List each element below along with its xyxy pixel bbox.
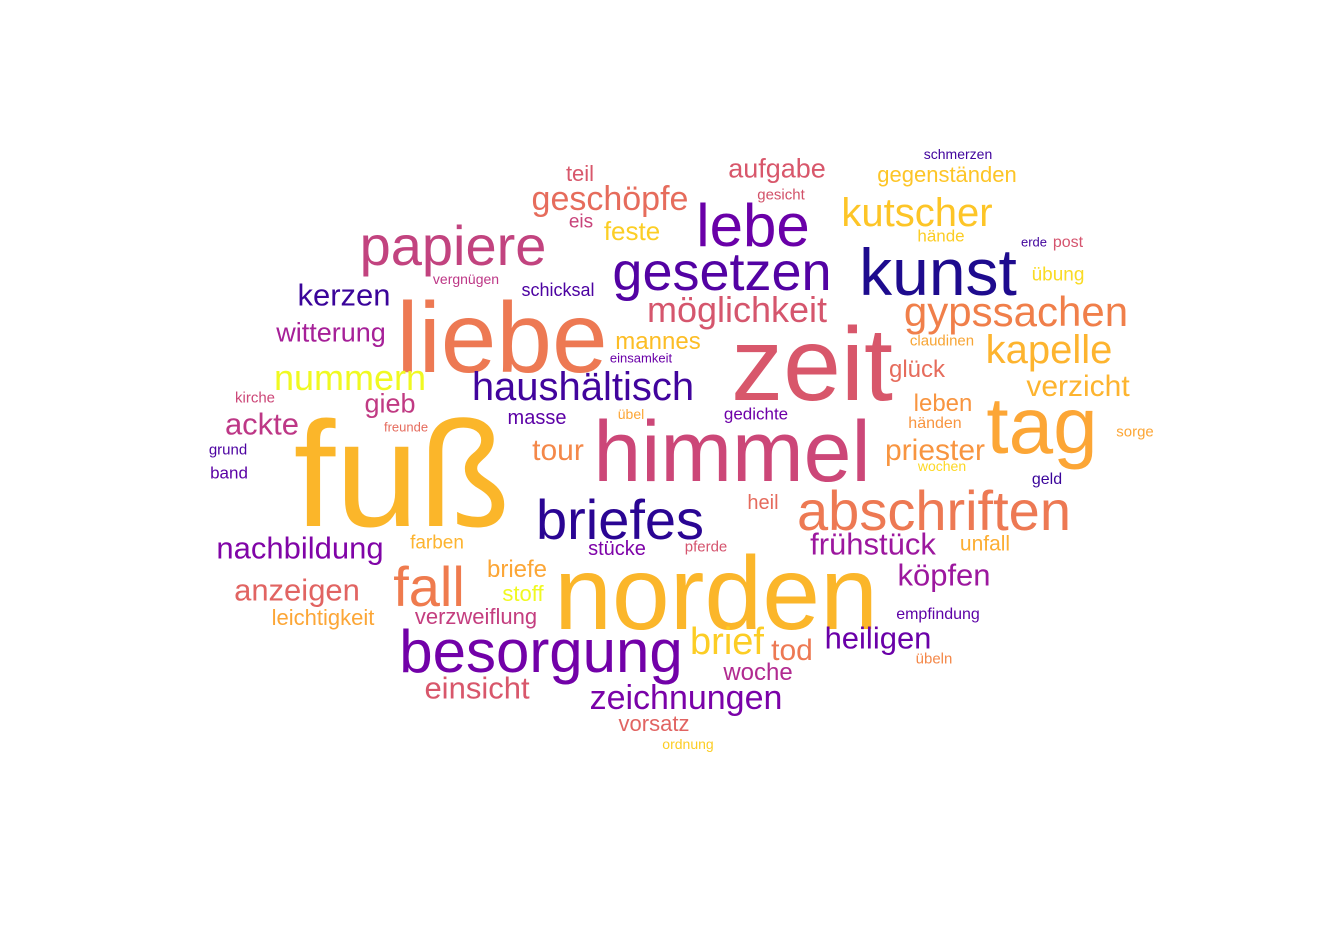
word-anzeigen: anzeigen: [234, 572, 360, 608]
word-uebung: übung: [1031, 264, 1085, 286]
word-einsicht: einsicht: [424, 670, 530, 706]
word-wochen: wochen: [917, 458, 967, 474]
word-zeichnungen: zeichnungen: [589, 679, 783, 717]
word-stuecke: stücke: [588, 538, 646, 560]
word-haende: hände: [917, 226, 965, 246]
word-woche: woche: [723, 659, 793, 686]
word-moeglichkeit: möglichkeit: [646, 289, 828, 330]
word-heil: heil: [747, 492, 779, 514]
word-kapelle: kapelle: [985, 328, 1113, 372]
word-teil: teil: [565, 161, 595, 186]
word-gedichte: gedichte: [723, 404, 789, 424]
word-ackte: ackte: [224, 406, 300, 442]
word-koepfen: köpfen: [897, 557, 991, 593]
word-schicksal: schicksal: [521, 280, 595, 300]
word-leben: leben: [913, 390, 973, 417]
word-uebel: übel: [617, 406, 645, 422]
word-empfindung: empfindung: [896, 606, 980, 623]
word-einsamkeit: einsamkeit: [609, 350, 673, 366]
word-gegenstaenden: gegenständen: [877, 162, 1017, 187]
word-sorge: sorge: [1116, 423, 1154, 441]
word-masse: masse: [507, 407, 567, 429]
word-post: post: [1052, 234, 1084, 251]
word-glueck: glück: [888, 356, 946, 383]
word-gieb: gieb: [364, 388, 416, 419]
word-kerzen: kerzen: [297, 277, 391, 313]
word-cloud: fuß norden zeit himmel liebe tag kunst a…: [0, 0, 1334, 945]
word-tour: tour: [532, 434, 584, 467]
word-geschoepfe: geschöpfe: [531, 180, 689, 218]
word-erde: erde: [1020, 234, 1048, 250]
word-schmerzen: schmerzen: [923, 146, 993, 162]
word-papiere: papiere: [359, 214, 547, 277]
word-vergnuegen: vergnügen: [432, 271, 500, 287]
word-uebeln: übeln: [915, 650, 953, 668]
word-verzicht: verzicht: [1026, 370, 1130, 403]
word-fruehstueck: frühstück: [810, 526, 936, 562]
word-witterung: witterung: [276, 317, 386, 348]
word-heiligen: heiligen: [824, 620, 932, 656]
word-claudinen: claudinen: [909, 332, 975, 350]
word-freunde: freunde: [383, 419, 429, 435]
word-leichtigkeit: leichtigkeit: [271, 605, 375, 630]
word-haenden: händen: [908, 415, 962, 432]
word-aufgabe: aufgabe: [728, 153, 826, 184]
word-briefe: briefe: [486, 556, 548, 583]
word-farben: farben: [410, 532, 464, 554]
word-stoff: stoff: [502, 581, 544, 606]
word-nachbildung: nachbildung: [216, 530, 384, 566]
word-pferde: pferde: [684, 538, 728, 556]
word-unfall: unfall: [959, 532, 1011, 556]
word-lebe: lebe: [696, 192, 810, 259]
word-brief: brief: [690, 621, 764, 663]
word-verzweiflung: verzweiflung: [414, 604, 538, 629]
word-geld: geld: [1031, 471, 1063, 488]
word-vorsatz: vorsatz: [618, 711, 690, 736]
word-gesicht: gesicht: [757, 186, 805, 204]
word-grund: grund: [208, 441, 248, 459]
word-eis: eis: [568, 211, 594, 233]
word-feste: feste: [603, 216, 661, 246]
word-kirche: kirche: [234, 389, 276, 407]
word-haushaeltisch: haushältisch: [471, 365, 695, 409]
word-band: band: [210, 463, 248, 483]
word-ordnung: ordnung: [662, 736, 714, 752]
word-gypssachen: gypssachen: [903, 288, 1129, 335]
